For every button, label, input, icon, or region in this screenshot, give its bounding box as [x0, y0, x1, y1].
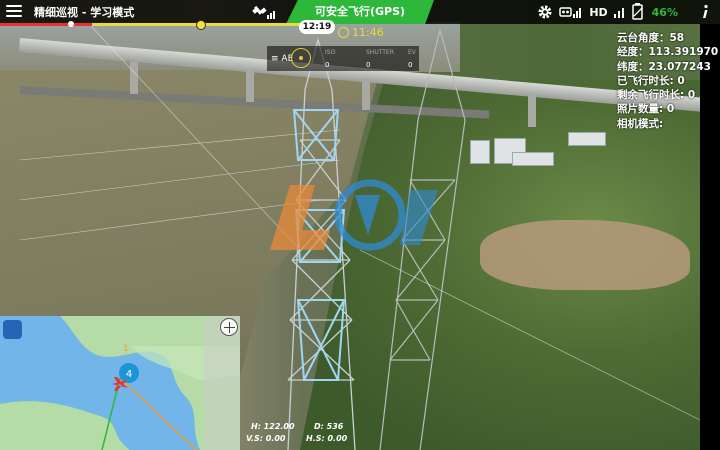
crosshair-icon[interactable]: [220, 318, 238, 336]
mini-map[interactable]: 1 4: [0, 316, 240, 450]
shutter-col: SHUTTER 0: [366, 49, 394, 69]
hd-label: HD: [589, 5, 608, 19]
flown-time: 已飞行时长: 0: [617, 74, 685, 87]
top-bar: 精细巡视 - 学习模式 可安全飞行(GPS) HD 46%: [0, 0, 720, 24]
menu-icon[interactable]: [6, 5, 22, 19]
remote-controller-icon: [559, 7, 582, 18]
iso-value: 0: [325, 61, 330, 69]
settings-icon[interactable]: [537, 4, 553, 20]
ev-value: 0: [408, 61, 413, 69]
photo-count: 照片数量: 0: [617, 103, 675, 116]
ev-col: EV 0: [408, 49, 416, 69]
battery-percent: 46%: [651, 5, 678, 19]
telemetry-panel: 云台角度：58 经度：113.391970 纬度：23.077243 已飞行时长…: [617, 31, 718, 131]
battery-icon: [631, 3, 643, 20]
gimbal-angle: 云台角度：58: [617, 32, 685, 44]
exposure-mode[interactable]: ≡ AE: [271, 54, 293, 64]
vertical-speed-value: V.S: 0.00: [246, 434, 286, 443]
distance-value: D: 536: [314, 422, 344, 431]
logo-watermark-icon: [270, 179, 438, 251]
map-home-label: 1: [123, 344, 129, 354]
aircraft-icon: [112, 377, 128, 391]
map-layers-icon[interactable]: [3, 320, 22, 339]
exposure-bar[interactable]: ≡ AE ISO 0 SHUTTER 0 EV 0: [267, 46, 419, 71]
status-icons: HD 46%: [537, 0, 720, 24]
info-icon[interactable]: [698, 4, 712, 20]
clock-icon: [338, 27, 349, 38]
height-value: H: 122.00: [251, 422, 295, 431]
iso-col: ISO 0: [325, 49, 335, 69]
waypoint-marker-icon: [196, 20, 206, 30]
camera-mode: 相机模式:: [617, 117, 664, 130]
longitude: 经度：113.391970: [617, 46, 719, 59]
route-progress-knob[interactable]: [68, 21, 74, 27]
latitude: 纬度：23.077243: [617, 60, 711, 73]
clock-time: 12:19: [299, 20, 335, 34]
flight-timer-value: 11:46: [352, 26, 384, 39]
ev-label: EV: [408, 49, 416, 56]
iso-label: ISO: [325, 49, 336, 56]
satellite-icon: [252, 5, 275, 19]
flight-timer: 11:46: [338, 26, 384, 39]
horizontal-speed-value: H.S: 0.00: [306, 434, 348, 443]
ae-target-icon[interactable]: [291, 48, 311, 68]
remaining-time: 剩余飞行时长: 0: [617, 89, 696, 102]
mode-title: 精细巡视 - 学习模式: [34, 6, 135, 19]
shutter-label: SHUTTER: [366, 49, 394, 56]
signal-bars-icon: [613, 8, 624, 18]
route-progress-done: [0, 23, 92, 26]
shutter-value: 0: [366, 61, 371, 69]
